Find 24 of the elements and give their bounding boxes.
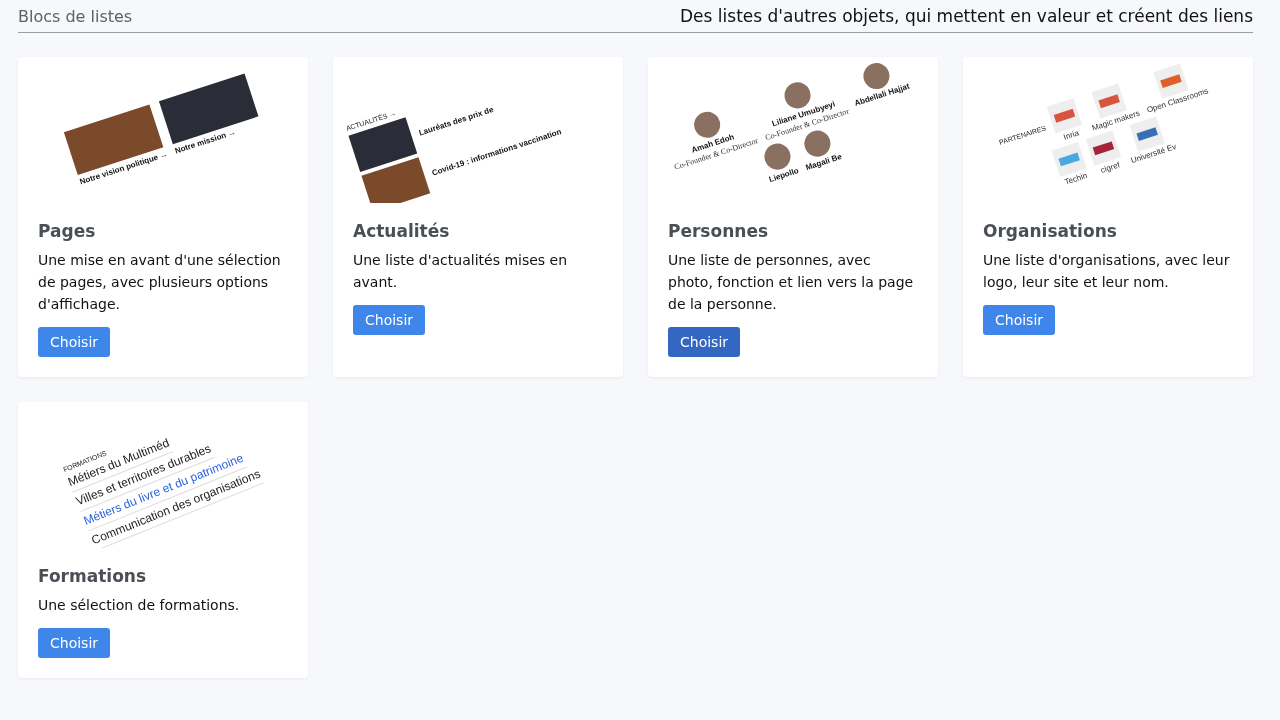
card-description: Une liste d'actualités mises en avant. xyxy=(353,251,569,292)
choose-button[interactable]: Choisir xyxy=(668,327,741,357)
person-name: Liepollo xyxy=(767,166,800,185)
person-name: Magali Be xyxy=(804,152,843,173)
card-title: Organisations xyxy=(983,221,1117,241)
card-title: Personnes xyxy=(668,221,769,241)
card-description: Une sélection de formations. xyxy=(38,596,240,615)
preview-title: Notre mission → xyxy=(173,126,239,156)
card-description: Une liste de personnes, avec photo, fonction et lien vers la page de la personne. xyxy=(668,251,915,314)
organisation-name: cigref xyxy=(1099,160,1121,175)
choose-button[interactable]: Choisir xyxy=(353,305,426,335)
organisation-name: Inria xyxy=(1062,128,1081,142)
choose-button[interactable]: Choisir xyxy=(38,628,111,658)
card-title: Pages xyxy=(38,221,96,241)
card-description: Une liste d'organisations, avec leur logo, leur site et leur nom. xyxy=(983,251,1231,292)
section-title: Blocs de listes xyxy=(18,7,133,26)
choose-button[interactable]: Choisir xyxy=(983,305,1056,335)
organisation-name: Magic makers xyxy=(1090,108,1141,133)
choose-button[interactable]: Choisir xyxy=(38,327,111,357)
organisation-name: Techin xyxy=(1063,170,1089,187)
card-title: Formations xyxy=(38,566,147,586)
section-subtitle: Des listes d'autres objets, qui mettent en valeur et créent des liens xyxy=(680,6,1253,26)
card-title: Actualités xyxy=(353,221,450,241)
card-description: Une mise en avant d'une sélection de pages, avec plusieurs options d'affichage. xyxy=(38,251,282,314)
